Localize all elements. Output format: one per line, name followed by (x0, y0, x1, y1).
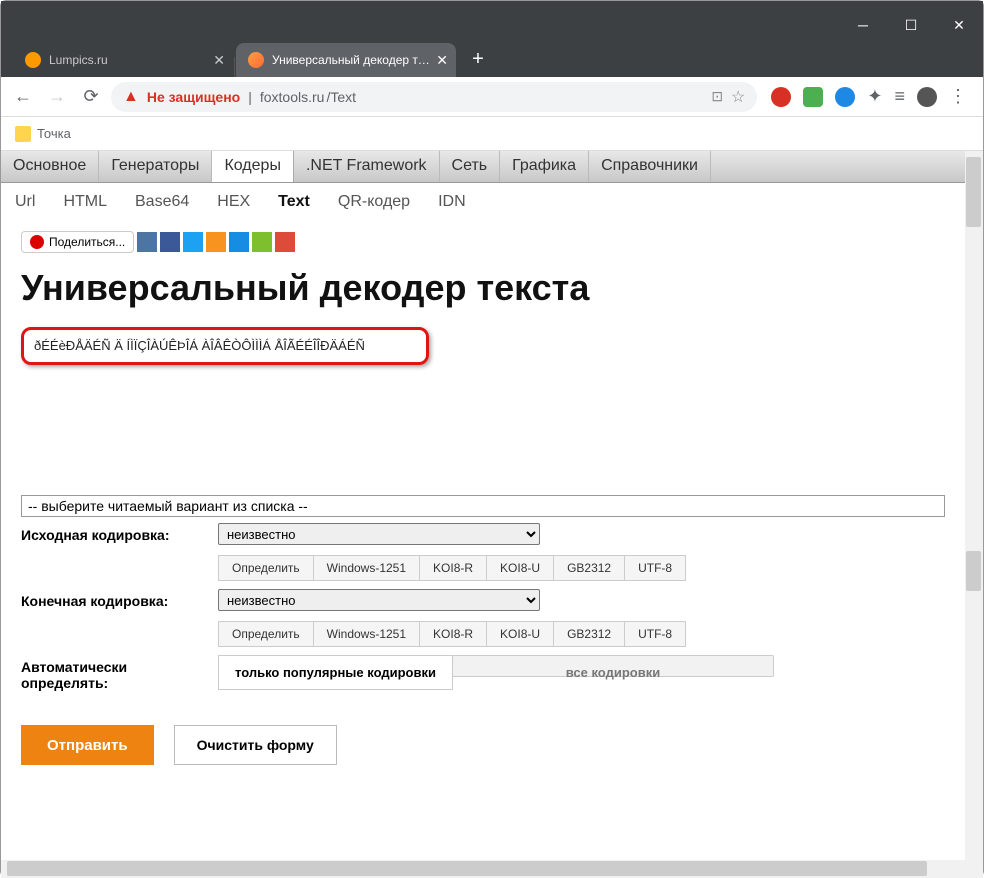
auto-popular-button[interactable]: только популярные кодировки (218, 655, 453, 690)
gplus-icon[interactable] (275, 232, 295, 252)
url-path: /Text (326, 89, 356, 105)
src-btn-koi8u[interactable]: KOI8-U (486, 555, 554, 581)
mail-icon[interactable] (229, 232, 249, 252)
tgt-btn-koi8r[interactable]: KOI8-R (419, 621, 487, 647)
nav-main[interactable]: Основное (1, 151, 99, 182)
tab-title: Lumpics.ru (49, 53, 108, 67)
tgt-btn-detect[interactable]: Определить (218, 621, 314, 647)
reading-list-icon[interactable]: ≡ (894, 86, 905, 107)
page-title: Универсальный декодер текста (21, 267, 945, 309)
forward-button[interactable]: → (43, 83, 71, 111)
tgt-btn-koi8u[interactable]: KOI8-U (486, 621, 554, 647)
vertical-scrollbar[interactable] (965, 151, 983, 878)
tgt-btn-gb2312[interactable]: GB2312 (553, 621, 625, 647)
horizontal-scrollbar[interactable] (1, 860, 965, 878)
target-encoding-select[interactable]: неизвестно (218, 589, 540, 611)
ext-icon-o[interactable] (771, 87, 791, 107)
src-btn-win1251[interactable]: Windows-1251 (313, 555, 420, 581)
new-tab-button[interactable]: + (464, 45, 492, 73)
tgt-btn-utf8[interactable]: UTF-8 (624, 621, 686, 647)
nav-dotnet[interactable]: .NET Framework (294, 151, 440, 182)
share-row: Поделиться... (21, 231, 945, 253)
subnav-url[interactable]: Url (1, 187, 49, 217)
vscroll-thumb[interactable] (966, 157, 981, 227)
bookmarks-bar: Точка (1, 117, 983, 151)
hscroll-thumb[interactable] (7, 861, 927, 876)
url-separator: | (248, 89, 252, 105)
tab-foxtools[interactable]: Универсальный декодер текста ✕ (236, 43, 456, 77)
nav-coders[interactable]: Кодеры (212, 151, 294, 182)
address-bar[interactable]: ▲ Не защищено | foxtools.ru/Text ⊡ ☆ (111, 82, 757, 112)
twitter-icon[interactable] (183, 232, 203, 252)
page-content: Основное Генераторы Кодеры .NET Framewor… (1, 151, 965, 878)
src-btn-detect[interactable]: Определить (218, 555, 314, 581)
label-target-encoding: Конечная кодировка: (21, 589, 206, 609)
sub-nav: Url HTML Base64 HEX Text QR-кодер IDN (1, 183, 965, 221)
nav-network[interactable]: Сеть (440, 151, 501, 182)
subnav-hex[interactable]: HEX (203, 187, 264, 217)
vscroll-thumb2[interactable] (966, 551, 981, 591)
tab-close-icon[interactable]: ✕ (436, 52, 448, 69)
ext-icon-music[interactable] (803, 87, 823, 107)
nav-graphics[interactable]: Графика (500, 151, 589, 182)
src-btn-gb2312[interactable]: GB2312 (553, 555, 625, 581)
src-btn-koi8r[interactable]: KOI8-R (419, 555, 487, 581)
label-auto-detect: Автоматически определять: (21, 655, 206, 691)
source-encoding-select[interactable]: неизвестно (218, 523, 540, 545)
reload-button[interactable]: ⟳ (77, 83, 105, 111)
ok-icon[interactable] (206, 232, 226, 252)
ext-icon-globe[interactable] (835, 87, 855, 107)
subnav-qr[interactable]: QR-кодер (324, 187, 424, 217)
bookmark-folder-icon (15, 126, 31, 142)
subnav-base64[interactable]: Base64 (121, 187, 203, 217)
highlighted-input-box[interactable]: ðÉÉèÐÅÄÉÑ Ä ÍÌÏÇÎÀÚÊÞÎÁ ÀÎÂÊÒÔÌÌÌÁ ÅÎÃÉÉ… (21, 327, 429, 365)
close-icon[interactable]: ✕ (949, 15, 969, 35)
variant-select[interactable]: -- выберите читаемый вариант из списка -… (21, 495, 945, 517)
not-secure-label: Не защищено (147, 89, 240, 105)
translate-icon[interactable]: ⊡ (711, 88, 723, 105)
maximize-icon[interactable]: ☐ (901, 15, 921, 35)
clear-button[interactable]: Очистить форму (174, 725, 337, 765)
subnav-text[interactable]: Text (264, 187, 324, 217)
favicon-foxtools (248, 52, 264, 68)
main-nav: Основное Генераторы Кодеры .NET Framewor… (1, 151, 965, 183)
share-icon (30, 235, 44, 249)
warning-icon: ▲ (123, 88, 139, 106)
bookmark-item[interactable]: Точка (37, 126, 71, 141)
facebook-icon[interactable] (160, 232, 180, 252)
nav-reference[interactable]: Справочники (589, 151, 711, 182)
tab-lumpics[interactable]: Lumpics.ru ✕ (13, 43, 233, 77)
tab-strip: Lumpics.ru ✕ Универсальный декодер текст… (1, 39, 492, 77)
extensions-icon[interactable]: ✦ (867, 86, 882, 107)
auto-all-button[interactable]: все кодировки (452, 655, 774, 677)
profile-avatar[interactable] (917, 87, 937, 107)
share-label: Поделиться... (49, 235, 125, 249)
address-bar-row: ← → ⟳ ▲ Не защищено | foxtools.ru/Text ⊡… (1, 77, 983, 117)
label-source-encoding: Исходная кодировка: (21, 523, 206, 543)
src-btn-utf8[interactable]: UTF-8 (624, 555, 686, 581)
star-icon[interactable]: ☆ (731, 87, 745, 107)
url-host: foxtools.ru (260, 89, 325, 105)
minimize-icon[interactable]: ─ (853, 15, 873, 35)
tab-close-icon[interactable]: ✕ (213, 52, 225, 69)
garbled-text: ðÉÉèÐÅÄÉÑ Ä ÍÌÏÇÎÀÚÊÞÎÁ ÀÎÂÊÒÔÌÌÌÁ ÅÎÃÉÉ… (34, 338, 365, 353)
favicon-lumpics (25, 52, 41, 68)
subnav-html[interactable]: HTML (49, 187, 121, 217)
browser-titlebar: ─ ☐ ✕ Lumpics.ru ✕ Универсальный декодер… (1, 1, 983, 77)
nav-generators[interactable]: Генераторы (99, 151, 212, 182)
lj-icon[interactable] (252, 232, 272, 252)
subnav-idn[interactable]: IDN (424, 187, 480, 217)
tab-title: Универсальный декодер текста (272, 53, 432, 67)
extension-icons: ✦ ≡ ⋮ (763, 86, 975, 107)
share-button[interactable]: Поделиться... (21, 231, 134, 253)
tgt-btn-win1251[interactable]: Windows-1251 (313, 621, 420, 647)
menu-icon[interactable]: ⋮ (949, 86, 967, 107)
submit-button[interactable]: Отправить (21, 725, 154, 765)
back-button[interactable]: ← (9, 83, 37, 111)
vk-icon[interactable] (137, 232, 157, 252)
variant-placeholder: -- выберите читаемый вариант из списка -… (28, 498, 308, 514)
tab-separator (234, 57, 235, 77)
